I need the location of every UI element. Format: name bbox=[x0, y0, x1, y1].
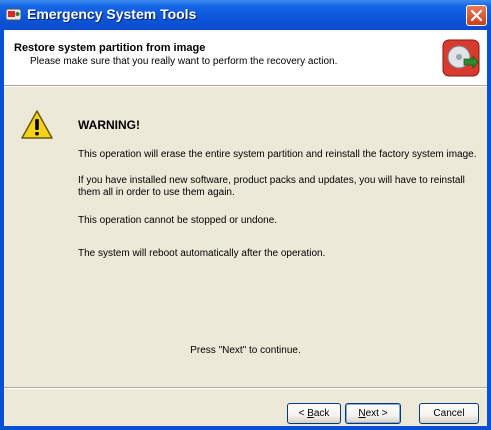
warning-paragraph-erase: This operation will erase the entire sys… bbox=[78, 149, 477, 160]
back-button-prefix: < bbox=[298, 408, 308, 419]
header-subtitle: Please make sure that you really want to… bbox=[30, 56, 338, 67]
warning-icon bbox=[21, 110, 53, 139]
title-bar[interactable]: Emergency System Tools bbox=[0, 0, 491, 30]
dialog-content: Restore system partition from image Plea… bbox=[4, 30, 487, 426]
continue-prompt: Press "Next" to continue. bbox=[190, 345, 301, 356]
window-frame-bottom bbox=[0, 426, 491, 430]
wizard-header: Restore system partition from image Plea… bbox=[4, 30, 487, 86]
next-button-label: ext > bbox=[365, 408, 388, 419]
back-button-mnemonic: B bbox=[307, 408, 314, 419]
back-button[interactable]: < Back bbox=[287, 403, 341, 424]
cancel-button[interactable]: Cancel bbox=[419, 403, 479, 424]
app-icon bbox=[6, 8, 21, 21]
close-button[interactable] bbox=[466, 5, 487, 26]
warning-paragraph-reboot: The system will reboot automatically aft… bbox=[78, 248, 326, 259]
next-button-mnemonic: N bbox=[358, 408, 366, 419]
header-divider bbox=[4, 86, 487, 87]
warning-heading: WARNING! bbox=[78, 118, 140, 132]
header-title: Restore system partition from image bbox=[14, 42, 206, 54]
back-button-label: ack bbox=[313, 408, 330, 419]
warning-paragraph-reinstall: If you have installed new software, prod… bbox=[78, 175, 465, 198]
warning-paragraph-irreversible: This operation cannot be stopped or undo… bbox=[78, 215, 278, 226]
dialog-window: Emergency System Tools Restore system pa… bbox=[0, 0, 491, 430]
next-button[interactable]: Next > bbox=[345, 403, 401, 424]
window-title: Emergency System Tools bbox=[27, 6, 197, 22]
window-frame-right bbox=[487, 30, 491, 430]
close-icon bbox=[470, 9, 483, 22]
button-separator bbox=[4, 387, 487, 389]
disk-restore-icon bbox=[442, 39, 480, 77]
